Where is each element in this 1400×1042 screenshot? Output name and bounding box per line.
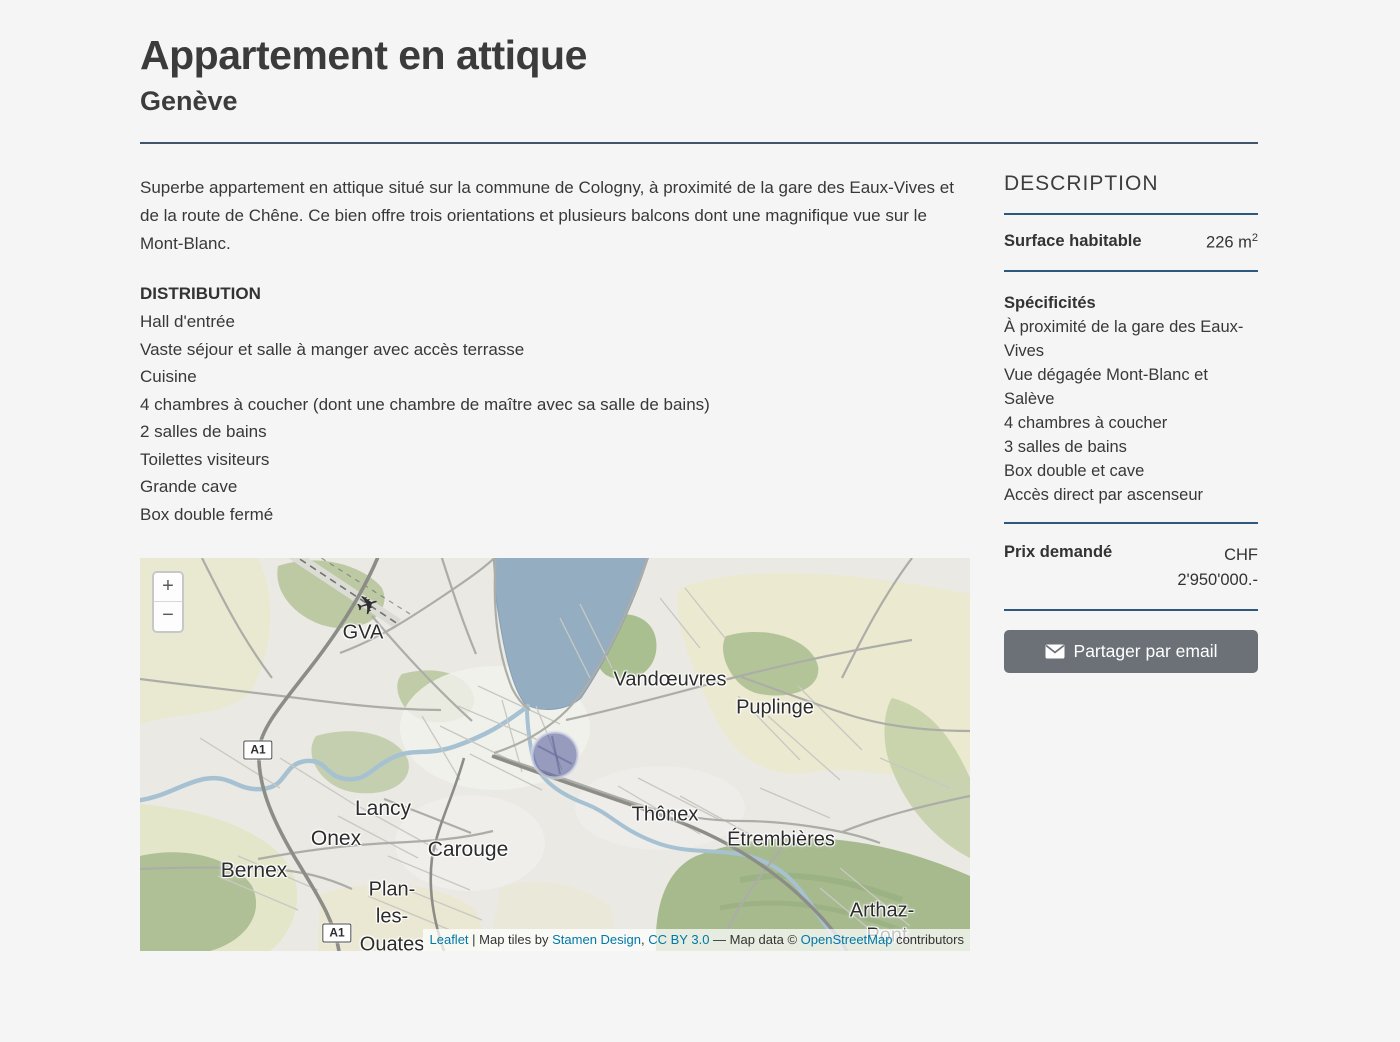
- map-place-label: Onex: [311, 827, 361, 851]
- divider: [1004, 270, 1258, 272]
- map-place-label: Plan-: [369, 879, 416, 902]
- spec-item: À proximité de la gare des Eaux-Vives: [1004, 315, 1258, 363]
- divider: [1004, 522, 1258, 524]
- page-subtitle: Genève: [140, 86, 1258, 117]
- attribution-link[interactable]: OpenStreetMap: [801, 932, 893, 947]
- map-place-label: Vandœuvres: [613, 669, 726, 692]
- distribution-item: Hall d'entrée: [140, 308, 970, 336]
- panel-heading: DESCRIPTION: [1004, 172, 1258, 196]
- map-place-label: Lancy: [355, 797, 411, 821]
- email-icon: [1045, 644, 1065, 659]
- specs-list: À proximité de la gare des Eaux-VivesVue…: [1004, 315, 1258, 507]
- map-place-label: Ouates: [360, 934, 424, 952]
- listing-page: Appartement en attique Genève Superbe ap…: [0, 33, 1400, 951]
- distribution-item: Box double fermé: [140, 501, 970, 529]
- map[interactable]: ✈ GVAVandœuvresPuplingeThônexÉtrembières…: [140, 558, 970, 951]
- distribution-list: Hall d'entréeVaste séjour et salle à man…: [140, 308, 970, 528]
- surface-row: Surface habitable 226 m2: [1004, 232, 1258, 253]
- listing-main: Superbe appartement en attique situé sur…: [140, 144, 970, 951]
- spec-item: 4 chambres à coucher: [1004, 411, 1258, 435]
- distribution-item: 2 salles de bains: [140, 418, 970, 446]
- share-email-button[interactable]: Partager par email: [1004, 630, 1258, 673]
- spec-item: Accès direct par ascenseur: [1004, 483, 1258, 507]
- share-email-label: Partager par email: [1074, 641, 1218, 662]
- distribution-title: DISTRIBUTION: [140, 280, 970, 308]
- page-title: Appartement en attique: [140, 33, 1258, 78]
- description-panel: DESCRIPTION Surface habitable 226 m2 Spé…: [1004, 144, 1258, 673]
- attribution-text: — Map data ©: [709, 932, 800, 947]
- map-place-label: Carouge: [428, 838, 509, 862]
- specs-title: Spécificités: [1004, 291, 1258, 315]
- attribution-text: | Map tiles by: [469, 932, 553, 947]
- map-place-label: Arthaz-: [850, 900, 914, 923]
- attribution-link[interactable]: Leaflet: [430, 932, 469, 947]
- zoom-in-button[interactable]: +: [154, 573, 182, 602]
- map-place-label: Thônex: [632, 804, 699, 827]
- divider: [1004, 609, 1258, 611]
- listing-intro: Superbe appartement en attique situé sur…: [140, 174, 970, 258]
- spec-item: Box double et cave: [1004, 459, 1258, 483]
- price-value: CHF 2'950'000.-: [1158, 543, 1258, 593]
- spec-item: 3 salles de bains: [1004, 435, 1258, 459]
- zoom-out-button[interactable]: −: [154, 602, 182, 631]
- divider: [1004, 213, 1258, 215]
- map-place-label: Étrembières: [727, 829, 835, 852]
- distribution-item: Cuisine: [140, 363, 970, 391]
- price-row: Prix demandé CHF 2'950'000.-: [1004, 543, 1258, 593]
- map-place-label: Puplinge: [736, 697, 814, 720]
- distribution-item: 4 chambres à coucher (dont une chambre d…: [140, 391, 970, 419]
- distribution-item: Toilettes visiteurs: [140, 446, 970, 474]
- attribution-link[interactable]: CC BY 3.0: [648, 932, 709, 947]
- motorway-badge: A1: [322, 924, 351, 943]
- spec-item: Vue dégagée Mont-Blanc et Salève: [1004, 363, 1258, 411]
- motorway-badge: A1: [243, 741, 272, 760]
- surface-value: 226 m2: [1206, 232, 1258, 253]
- map-attribution: Leaflet | Map tiles by Stamen Design, CC…: [423, 929, 971, 951]
- attribution-text: contributors: [892, 932, 964, 947]
- map-place-label: Bernex: [221, 859, 288, 883]
- content-columns: Superbe appartement en attique situé sur…: [140, 144, 1258, 951]
- distribution-item: Vaste séjour et salle à manger avec accè…: [140, 336, 970, 364]
- surface-label: Surface habitable: [1004, 232, 1142, 251]
- map-place-label: les-: [376, 906, 408, 929]
- map-place-label: GVA: [343, 622, 384, 645]
- attribution-link[interactable]: Stamen Design: [552, 932, 641, 947]
- price-label: Prix demandé: [1004, 543, 1112, 593]
- distribution-item: Grande cave: [140, 473, 970, 501]
- map-zoom-control: + −: [152, 571, 184, 633]
